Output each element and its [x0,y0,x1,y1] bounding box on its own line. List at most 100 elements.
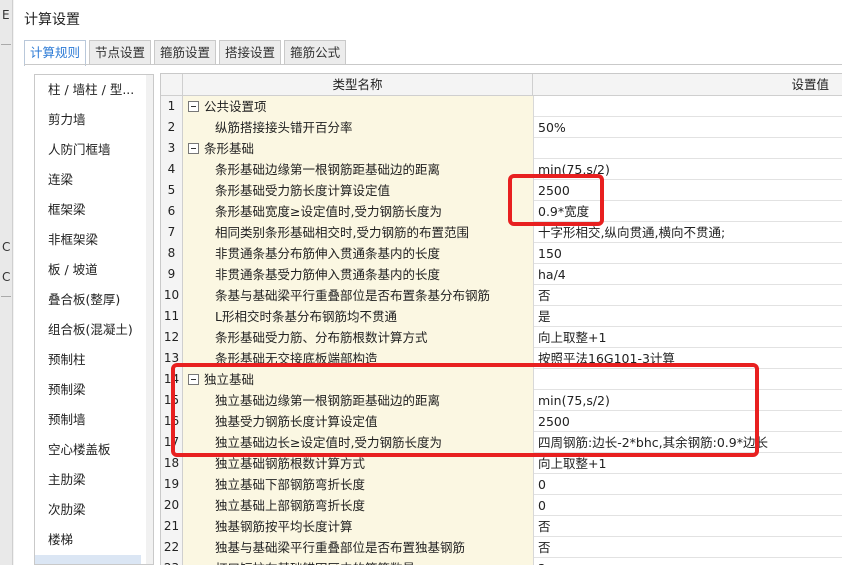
edge-mark: C [2,270,11,284]
row-label: 条形基础无交接底板端部构造 [215,351,378,366]
list-item-selected[interactable] [35,555,141,564]
sidebar-item[interactable]: 空心楼盖板 [35,435,153,465]
row-setting-value[interactable]: 2500 [534,180,842,201]
table-row[interactable]: 6 条形基础宽度≥设定值时,受力钢筋长度为 0.9*宽度 [161,201,842,222]
sidebar-item[interactable]: 次肋梁 [35,495,153,525]
row-setting-value[interactable]: 否 [534,285,842,306]
row-setting-value[interactable]: 否 [534,537,842,558]
sidebar-item[interactable]: 楼梯 [35,525,153,555]
row-label: 独立基础钢筋根数计算方式 [215,456,366,471]
table-row[interactable]: 2 纵筋搭接接头错开百分率 50% [161,117,842,138]
table-row[interactable]: 20 独立基础上部钢筋弯折长度 0 [161,495,842,516]
row-setting-value[interactable]: min(75,s/2) [534,159,842,180]
collapse-icon[interactable] [188,143,199,154]
sidebar-item[interactable]: 主肋梁 [35,465,153,495]
sidebar-item[interactable]: 板 / 坡道 [35,255,153,285]
table-row[interactable]: 19 独立基础下部钢筋弯折长度 0 [161,474,842,495]
row-type-name: 独立基础 [183,369,534,390]
collapse-icon[interactable] [188,374,199,385]
sidebar-item[interactable]: 人防门框墙 [35,135,153,165]
sidebar-item[interactable]: 连梁 [35,165,153,195]
sidebar-item[interactable]: 剪力墙 [35,105,153,135]
row-setting-value[interactable]: 50% [534,117,842,138]
table-row[interactable]: 21 独基钢筋按平均长度计算 否 [161,516,842,537]
collapse-icon[interactable] [188,101,199,112]
sidebar-item[interactable]: 框架梁 [35,195,153,225]
row-setting-value[interactable]: 0 [534,474,842,495]
row-setting-value[interactable] [534,138,842,159]
row-setting-value[interactable]: 0 [534,495,842,516]
row-setting-value[interactable]: 十字形相交,纵向贯通,横向不贯通; [534,222,842,243]
row-setting-value[interactable] [534,96,842,117]
sidebar-item[interactable]: 预制墙 [35,405,153,435]
row-number: 1 [161,96,183,117]
row-label: 公共设置项 [204,99,267,114]
sidebar-item[interactable]: 组合板(混凝土) [35,315,153,345]
table-row[interactable]: 22 独基与基础梁平行重叠部位是否布置独基钢筋 否 [161,537,842,558]
table-row[interactable]: 16 独基受力钢筋长度计算设定值 2500 [161,411,842,432]
group-row[interactable]: 14 独立基础 [161,369,842,390]
row-number: 17 [161,432,183,453]
tab-3[interactable]: 搭接设置 [219,40,282,65]
sidebar-item[interactable]: 预制柱 [35,345,153,375]
row-type-name: 非贯通条基分布筋伸入贯通条基内的长度 [183,243,534,264]
row-label: 独立基础边缘第一根钢筋距基础边的距离 [215,393,441,408]
row-setting-value[interactable]: 150 [534,243,842,264]
table-row[interactable]: 5 条形基础受力筋长度计算设定值 2500 [161,180,842,201]
group-row[interactable]: 1 公共设置项 [161,96,842,117]
sidebar-item[interactable]: 叠合板(整厚) [35,285,153,315]
table-row[interactable]: 8 非贯通条基分布筋伸入贯通条基内的长度 150 [161,243,842,264]
row-type-name: 条形基础 [183,138,534,159]
list-scrollbar[interactable] [146,75,153,564]
row-label: 相同类别条形基础相交时,受力钢筋的布置范围 [215,225,469,240]
row-setting-value[interactable]: 否 [534,516,842,537]
row-setting-value[interactable]: 四周钢筋:边长-2*bhc,其余钢筋:0.9*边长 [534,432,842,453]
row-number: 12 [161,327,183,348]
header-type-name[interactable]: 类型名称 [183,74,533,96]
row-number: 13 [161,348,183,369]
table-row[interactable]: 18 独立基础钢筋根数计算方式 向上取整+1 [161,453,842,474]
row-label: 纵筋搭接接头错开百分率 [215,120,353,135]
row-number: 3 [161,138,183,159]
row-label: 杯口短柱在基础锚固区内的箍筋数量 [215,561,415,565]
row-label: 条形基础受力筋、分布筋根数计算方式 [215,330,428,345]
row-setting-value[interactable] [534,369,842,390]
table-row[interactable]: 9 非贯通条基受力筋伸入贯通条基内的长度 ha/4 [161,264,842,285]
row-type-name: 条形基础宽度≥设定值时,受力钢筋长度为 [183,201,534,222]
table-row[interactable]: 10 条基与基础梁平行重叠部位是否布置条基分布钢筋 否 [161,285,842,306]
table-row[interactable]: 15 独立基础边缘第一根钢筋距基础边的距离 min(75,s/2) [161,390,842,411]
row-setting-value[interactable]: 向上取整+1 [534,453,842,474]
row-setting-value[interactable]: 按照平法16G101-3计算 [534,348,842,369]
row-number: 11 [161,306,183,327]
table-row[interactable]: 13 条形基础无交接底板端部构造 按照平法16G101-3计算 [161,348,842,369]
group-row[interactable]: 3 条形基础 [161,138,842,159]
table-row[interactable]: 4 条形基础边缘第一根钢筋距基础边的距离 min(75,s/2) [161,159,842,180]
table-row[interactable]: 17 独立基础边长≥设定值时,受力钢筋长度为 四周钢筋:边长-2*bhc,其余钢筋:… [161,432,842,453]
row-type-name: 非贯通条基受力筋伸入贯通条基内的长度 [183,264,534,285]
sidebar-item[interactable]: 柱 / 墙柱 / 型... [35,75,153,105]
row-type-name: 公共设置项 [183,96,534,117]
tab-0[interactable]: 计算规则 [24,40,87,66]
sidebar-item[interactable]: 非框架梁 [35,225,153,255]
row-type-name: 独立基础边长≥设定值时,受力钢筋长度为 [183,432,534,453]
row-setting-value[interactable]: min(75,s/2) [534,390,842,411]
table-row[interactable]: 12 条形基础受力筋、分布筋根数计算方式 向上取整+1 [161,327,842,348]
row-number: 4 [161,159,183,180]
row-setting-value[interactable]: ha/4 [534,264,842,285]
row-setting-value[interactable]: 是 [534,306,842,327]
table-row[interactable]: 7 相同类别条形基础相交时,受力钢筋的布置范围 十字形相交,纵向贯通,横向不贯通; [161,222,842,243]
sidebar-item[interactable]: 预制梁 [35,375,153,405]
row-type-name: 条形基础受力筋、分布筋根数计算方式 [183,327,534,348]
tab-1[interactable]: 节点设置 [89,40,152,65]
tab-4[interactable]: 箍筋公式 [284,40,347,65]
row-setting-value[interactable]: 2500 [534,411,842,432]
row-setting-value[interactable]: 0.9*宽度 [534,201,842,222]
row-setting-value[interactable]: 向上取整+1 [534,327,842,348]
header-setting-value[interactable]: 设置值 [534,74,842,96]
table-row[interactable]: 23 杯口短柱在基础锚固区内的箍筋数量 2 [161,558,842,565]
tab-2[interactable]: 箍筋设置 [154,40,217,65]
settings-grid: 类型名称 设置值 1 公共设置项 2 纵筋搭接接头错开百分率 50% 3 条形基础 4 条形基础… [160,73,842,565]
row-setting-value[interactable]: 2 [534,558,842,565]
table-row[interactable]: 11 L形相交时条基分布钢筋均不贯通 是 [161,306,842,327]
row-type-name: 独基与基础梁平行重叠部位是否布置独基钢筋 [183,537,534,558]
